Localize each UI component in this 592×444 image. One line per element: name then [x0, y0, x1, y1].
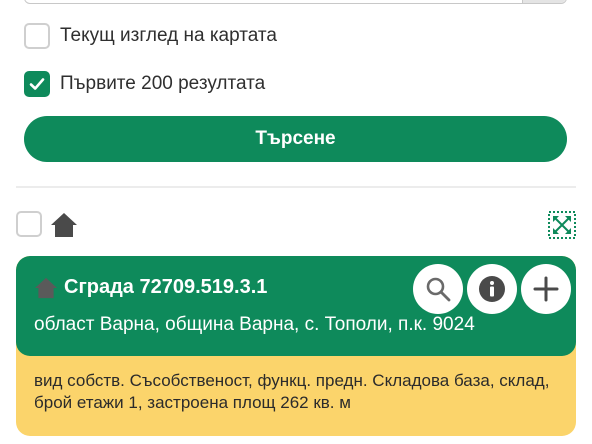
first-200-label: Първите 200 резултата: [60, 73, 266, 94]
divider: [16, 186, 576, 188]
current-view-label: Текущ изглед на картата: [60, 25, 277, 46]
result-title: Сграда 72709.519.3.1: [64, 276, 268, 298]
select-result-checkbox[interactable]: [16, 211, 42, 237]
plus-icon: [533, 276, 559, 302]
result-details: вид собств. Съсобственост, функц. предн.…: [34, 371, 550, 412]
info-icon: [479, 276, 505, 302]
home-icon[interactable]: [50, 212, 78, 238]
result-title-row: Сграда 72709.519.3.1: [34, 276, 267, 299]
option-current-view[interactable]: Текущ изглед на картата: [24, 23, 277, 49]
result-header: Сграда 72709.519.3.1 област Варна, общин…: [16, 256, 576, 356]
first-200-checkbox[interactable]: [24, 71, 50, 97]
search-field-button[interactable]: [522, 0, 566, 3]
result-address: област Варна, община Варна, с. Тополи, п…: [34, 314, 475, 335]
search-text-field[interactable]: [24, 0, 567, 4]
current-view-checkbox[interactable]: [24, 23, 50, 49]
result-card: Сграда 72709.519.3.1 област Варна, общин…: [16, 256, 576, 436]
zoom-to-result-button[interactable]: [413, 264, 463, 314]
info-button[interactable]: [467, 264, 517, 314]
magnifier-icon: [426, 277, 451, 302]
checkmark-icon: [29, 78, 45, 90]
option-first-200[interactable]: Първите 200 резултата: [24, 71, 265, 97]
home-icon: [35, 277, 57, 298]
expand-icon[interactable]: [548, 211, 576, 239]
search-button[interactable]: Търсене: [24, 116, 567, 162]
add-button[interactable]: [521, 264, 571, 314]
